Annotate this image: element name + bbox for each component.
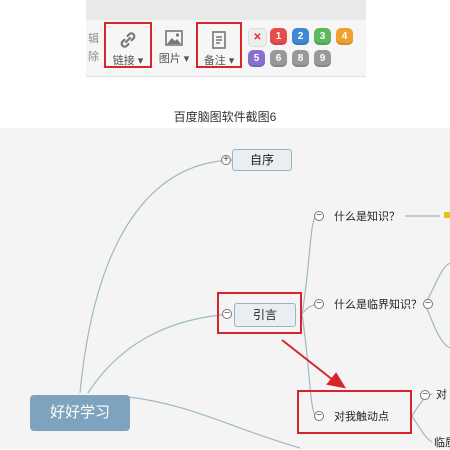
intro-collapse-toggle[interactable]: −	[222, 309, 232, 319]
marker-yellow	[444, 212, 450, 218]
preface-expand-toggle[interactable]: +	[221, 155, 231, 165]
side-label-delete: 除	[88, 51, 99, 63]
connector-root-preface	[79, 159, 233, 394]
priority-9-button[interactable]: 9	[314, 50, 331, 67]
critical-collapse-toggle[interactable]: −	[314, 299, 324, 309]
image-button[interactable]: 图片 ▾	[152, 22, 196, 68]
toolbar: 辑 除 链接 ▾ 图片 ▾ 备注 ▾ ✕ 1 2 3 4 5 6 8 9	[86, 0, 366, 77]
node-intro-label: 引言	[252, 308, 277, 322]
node-root[interactable]: 好好学习	[30, 395, 130, 431]
node-intro[interactable]: 引言	[234, 303, 296, 327]
note-button-label: 备注 ▾	[203, 55, 235, 67]
note-button[interactable]: 备注 ▾	[196, 22, 242, 68]
connector-root-lower	[119, 395, 301, 449]
priority-3-button[interactable]: 3	[314, 28, 331, 45]
critical-right-toggle[interactable]: −	[423, 299, 433, 309]
priority-2-button[interactable]: 2	[292, 28, 309, 45]
touch-right-toggle[interactable]: −	[420, 390, 430, 400]
node-root-label: 好好学习	[49, 404, 110, 421]
toolbar-side-labels: 辑 除	[88, 30, 100, 66]
connector-critical-right-down	[424, 303, 450, 349]
priority-6-button[interactable]: 6	[270, 50, 287, 67]
node-preface[interactable]: 自序	[232, 149, 292, 171]
connector-intro-knowledge	[301, 215, 317, 315]
node-what-is-critical[interactable]: 什么是临界知识？	[334, 296, 422, 312]
node-preface-label: 自序	[249, 153, 274, 167]
link-button[interactable]: 链接 ▾	[104, 22, 152, 68]
connector-root-intro	[87, 313, 233, 394]
node-partial-2[interactable]: 临质	[434, 434, 450, 450]
figure-caption: 百度脑图软件截图6	[173, 110, 277, 124]
red-arrow	[281, 339, 347, 389]
node-partial-1[interactable]: 对	[436, 386, 447, 402]
connector-touch-right-down	[411, 415, 433, 443]
node-what-is-knowledge[interactable]: 什么是知识？	[334, 208, 400, 224]
knowledge-collapse-toggle[interactable]: −	[314, 211, 324, 221]
link-icon	[120, 32, 136, 48]
priority-clear-button[interactable]: ✕	[248, 28, 267, 47]
toolbar-top-strip	[86, 0, 366, 20]
note-icon	[212, 31, 226, 49]
priority-8-button[interactable]: 8	[292, 50, 309, 67]
link-button-label: 链接 ▾	[112, 55, 144, 67]
priority-1-button[interactable]: 1	[270, 28, 287, 45]
image-icon	[165, 30, 183, 46]
priority-4-button[interactable]: 4	[336, 28, 353, 45]
node-touching-point[interactable]: 对我触动点	[334, 408, 389, 424]
side-label-edit: 辑	[88, 33, 99, 45]
touch-collapse-toggle[interactable]: −	[314, 411, 324, 421]
priority-5-button[interactable]: 5	[248, 50, 265, 67]
mindmap-canvas: + 自序 − 引言 − 什么是知识？ − 什么是临界知识？ − − 对我触动点 …	[0, 128, 450, 449]
image-button-label: 图片 ▾	[158, 53, 190, 65]
